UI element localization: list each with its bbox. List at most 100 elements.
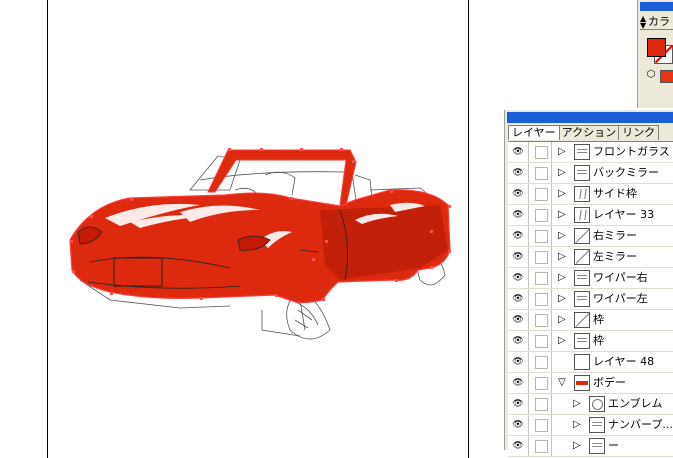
updown-arrows-icon[interactable]: ▲ ▼	[640, 15, 648, 30]
visibility-eye-icon[interactable]: 👁	[511, 335, 525, 347]
visibility-eye-icon[interactable]: 👁	[511, 188, 525, 200]
collapsed-triangle-icon[interactable]: ▷	[558, 230, 566, 242]
collapsed-triangle-icon[interactable]: ▷	[558, 209, 566, 221]
tab-layers[interactable]: レイヤー	[508, 125, 560, 140]
visibility-eye-icon[interactable]: 👁	[511, 272, 525, 284]
visibility-eye-icon[interactable]: 👁	[511, 377, 525, 389]
lock-toggle[interactable]	[535, 398, 548, 411]
visibility-eye-icon[interactable]: 👁	[511, 167, 525, 179]
column-divider	[551, 436, 552, 456]
layers-panel-titlebar[interactable]	[507, 112, 673, 123]
column-divider	[551, 142, 552, 162]
lock-toggle[interactable]	[535, 356, 548, 369]
collapsed-triangle-icon[interactable]: ▷	[558, 146, 566, 158]
layer-thumbnail	[574, 354, 590, 370]
layer-name: 左ミラー	[593, 250, 637, 263]
visibility-eye-icon[interactable]: 👁	[511, 398, 525, 410]
cube-icon[interactable]: ⬡	[645, 69, 657, 81]
fill-swatch[interactable]	[647, 38, 666, 57]
layer-row[interactable]: 👁 ▷ フロントガラス	[508, 142, 673, 163]
lock-toggle[interactable]	[535, 188, 548, 201]
car-illustration[interactable]	[0, 0, 500, 439]
collapsed-triangle-icon[interactable]: ▷	[558, 188, 566, 200]
lock-toggle[interactable]	[535, 251, 548, 264]
visibility-eye-icon[interactable]: 👁	[511, 230, 525, 242]
visibility-eye-icon[interactable]: 👁	[511, 356, 525, 368]
visibility-eye-icon[interactable]: 👁	[511, 440, 525, 452]
layer-row[interactable]: 👁 ▷ ー	[508, 436, 673, 457]
column-divider	[551, 373, 552, 393]
layer-row[interactable]: 👁 ▷ 右ミラー	[508, 226, 673, 247]
column-divider	[528, 394, 529, 414]
collapsed-triangle-icon[interactable]: ▷	[558, 251, 566, 263]
layers-panel-tabs: レイヤー アクション リンク	[508, 125, 660, 140]
column-divider	[528, 163, 529, 183]
lock-toggle[interactable]	[535, 167, 548, 180]
visibility-eye-icon[interactable]: 👁	[511, 419, 525, 431]
lock-toggle[interactable]	[535, 419, 548, 432]
lock-toggle[interactable]	[535, 146, 548, 159]
layer-name: バックミラー	[593, 166, 659, 179]
column-divider	[551, 184, 552, 204]
visibility-eye-icon[interactable]: 👁	[511, 314, 525, 326]
column-divider	[528, 184, 529, 204]
lock-toggle[interactable]	[535, 440, 548, 453]
visibility-eye-icon[interactable]: 👁	[511, 251, 525, 263]
column-divider	[551, 310, 552, 330]
color-panel-tab[interactable]: ▲ ▼ カラ	[640, 13, 673, 30]
layer-row[interactable]: 👁 ▷ 枠	[508, 331, 673, 352]
layer-row[interactable]: 👁 レイヤー 48	[508, 352, 673, 373]
visibility-eye-icon[interactable]: 👁	[511, 209, 525, 221]
column-divider	[528, 331, 529, 351]
layer-thumbnail	[574, 270, 590, 286]
layer-row[interactable]: 👁 ▷ エンブレム	[508, 394, 673, 415]
collapsed-triangle-icon[interactable]: ▷	[558, 167, 566, 179]
layer-row[interactable]: 👁 ▷ ナンバープ...	[508, 415, 673, 436]
layer-row[interactable]: 👁 ▷ ワイパー右	[508, 268, 673, 289]
column-divider	[551, 352, 552, 372]
expanded-triangle-icon[interactable]: ▽	[558, 377, 566, 389]
lock-toggle[interactable]	[535, 272, 548, 285]
layer-row[interactable]: 👁 ▷ バックミラー	[508, 163, 673, 184]
collapsed-triangle-icon[interactable]: ▷	[573, 398, 581, 410]
lock-toggle[interactable]	[535, 377, 548, 390]
layer-name: ボデー	[593, 376, 626, 389]
lock-toggle[interactable]	[535, 209, 548, 222]
layer-thumbnail	[574, 165, 590, 181]
layer-row[interactable]: 👁 ▷ 枠	[508, 310, 673, 331]
column-divider	[528, 352, 529, 372]
layer-row[interactable]: 👁 ▷ 左ミラー	[508, 247, 673, 268]
visibility-eye-icon[interactable]: 👁	[511, 293, 525, 305]
lock-toggle[interactable]	[535, 314, 548, 327]
column-divider	[551, 394, 552, 414]
layer-name: ワイパー左	[593, 292, 648, 305]
layer-name: レイヤー 33	[593, 208, 655, 221]
layer-thumbnail	[574, 186, 590, 202]
column-divider	[551, 247, 552, 267]
layer-row[interactable]: 👁 ▷ サイド枠	[508, 184, 673, 205]
collapsed-triangle-icon[interactable]: ▷	[558, 272, 566, 284]
lock-toggle[interactable]	[535, 335, 548, 348]
last-color-swatch[interactable]	[660, 70, 673, 83]
column-divider	[551, 226, 552, 246]
column-divider	[528, 205, 529, 225]
visibility-eye-icon[interactable]: 👁	[511, 146, 525, 158]
column-divider	[528, 289, 529, 309]
lock-toggle[interactable]	[535, 230, 548, 243]
collapsed-triangle-icon[interactable]: ▷	[573, 419, 581, 431]
collapsed-triangle-icon[interactable]: ▷	[558, 314, 566, 326]
layer-row[interactable]: 👁 ▷ レイヤー 33	[508, 205, 673, 226]
collapsed-triangle-icon[interactable]: ▷	[573, 440, 581, 452]
layer-row[interactable]: 👁 ▷ ワイパー左	[508, 289, 673, 310]
column-divider	[528, 226, 529, 246]
layer-row[interactable]: 👁 ▽ ボデー	[508, 373, 673, 394]
tab-actions[interactable]: アクション	[557, 125, 621, 140]
collapsed-triangle-icon[interactable]: ▷	[558, 293, 566, 305]
color-tab-label: カラ	[648, 15, 670, 28]
color-panel-titlebar[interactable]	[640, 2, 673, 11]
layer-name: 枠	[593, 313, 604, 326]
column-divider	[551, 205, 552, 225]
collapsed-triangle-icon[interactable]: ▷	[558, 335, 566, 347]
tab-links[interactable]: リンク	[618, 125, 660, 140]
lock-toggle[interactable]	[535, 293, 548, 306]
